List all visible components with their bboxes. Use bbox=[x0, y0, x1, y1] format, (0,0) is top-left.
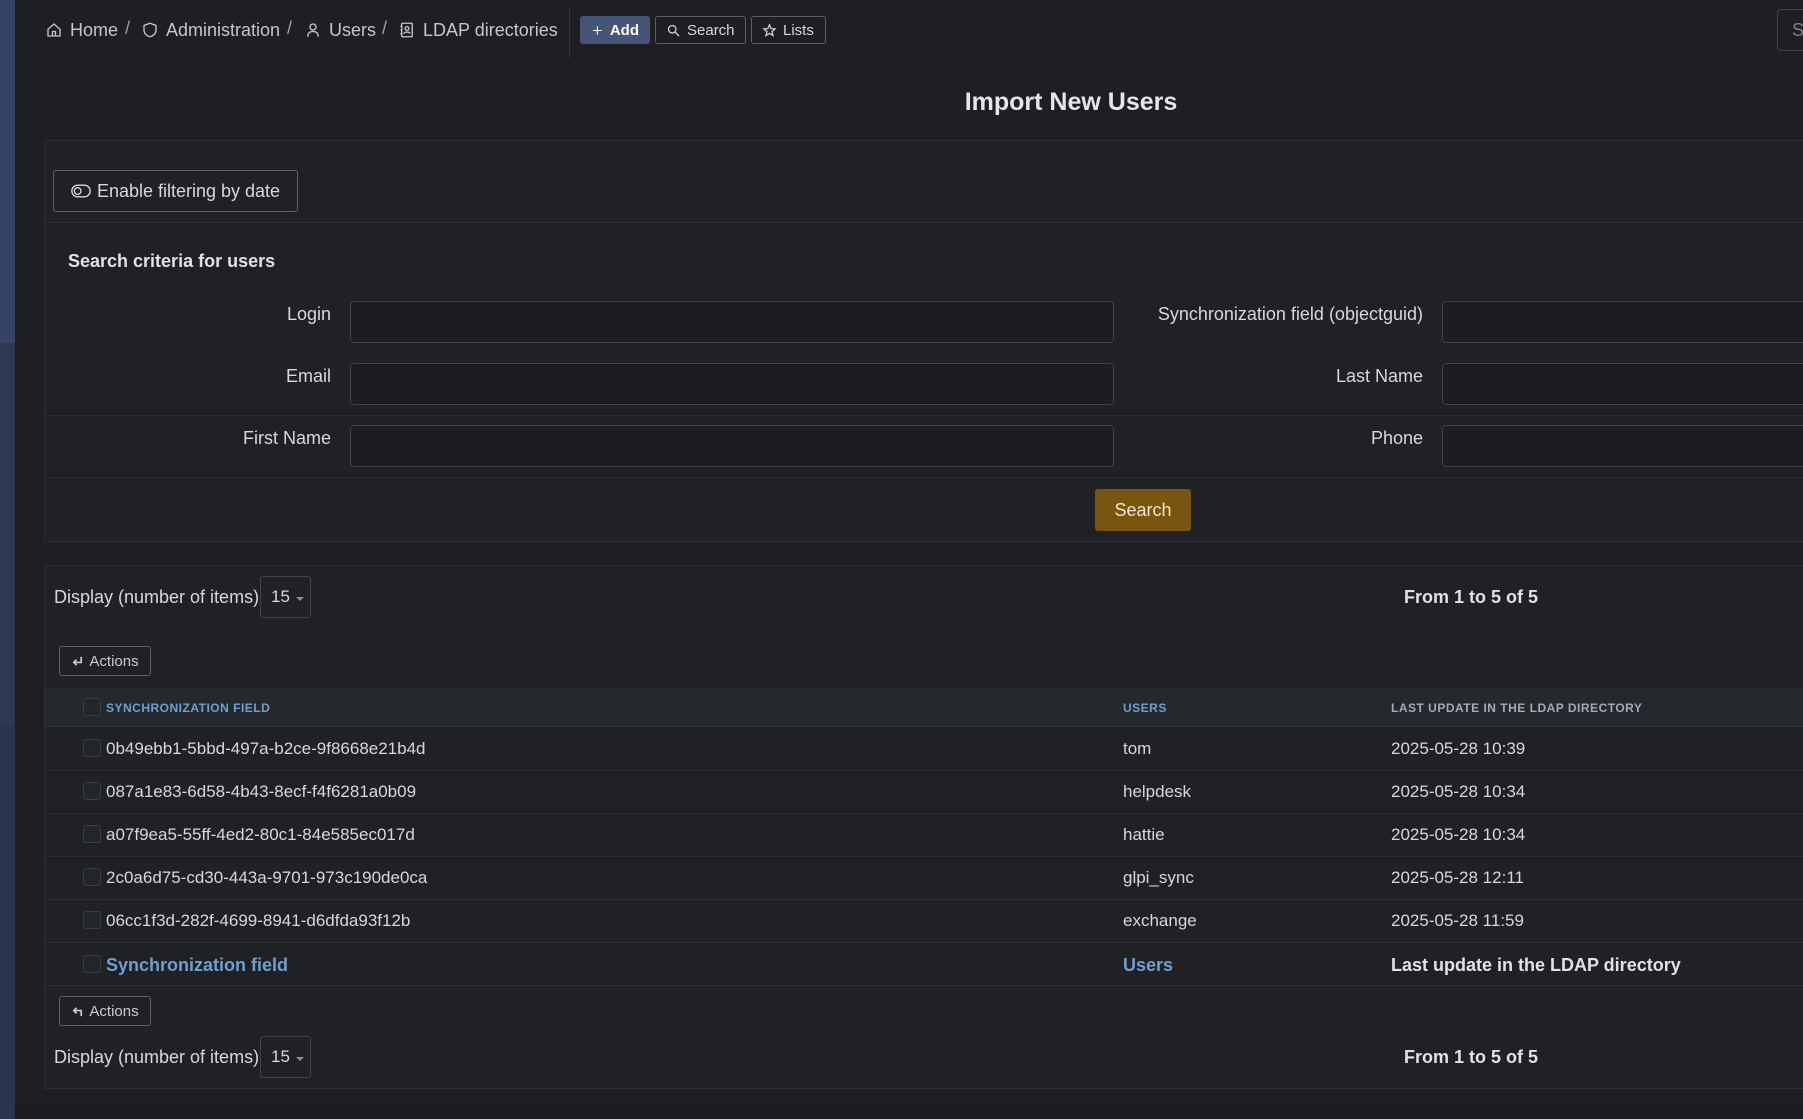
criteria-search-button[interactable]: Search bbox=[1095, 489, 1191, 531]
first-name-label: First Name bbox=[242, 428, 331, 448]
row-last-update: 2025-05-28 10:34 bbox=[1391, 825, 1526, 844]
breadcrumb-administration[interactable]: Administration bbox=[141, 18, 280, 42]
phone-label: Phone bbox=[1370, 428, 1423, 448]
column-header-users[interactable]: USERS bbox=[1123, 701, 1167, 715]
home-icon bbox=[47, 23, 61, 37]
row-user: glpi_sync bbox=[1123, 868, 1194, 887]
left-sidebar-strip bbox=[0, 0, 15, 1119]
row-checkbox[interactable] bbox=[83, 911, 101, 929]
arrow-turn-up-left-icon bbox=[72, 1006, 83, 1016]
user-icon bbox=[307, 23, 319, 37]
search-button[interactable]: Search bbox=[655, 16, 746, 44]
breadcrumb-home[interactable]: Home bbox=[45, 18, 118, 42]
row-user: hattie bbox=[1123, 825, 1165, 844]
breadcrumb-separator: / bbox=[125, 18, 131, 38]
caret-down-icon bbox=[295, 596, 304, 601]
row-last-update: 2025-05-28 11:59 bbox=[1391, 911, 1524, 930]
caret-down-icon bbox=[295, 1056, 304, 1061]
row-sync-field: 2c0a6d75-cd30-443a-9701-973c190de0ca bbox=[106, 868, 428, 887]
lists-button[interactable]: Lists bbox=[751, 16, 826, 44]
lists-button-label: Lists bbox=[783, 21, 814, 39]
divider bbox=[45, 415, 1803, 416]
breadcrumb-ldap-directories[interactable]: LDAP directories bbox=[398, 18, 558, 42]
sidebar-segment bbox=[0, 343, 15, 725]
row-user: tom bbox=[1123, 739, 1152, 758]
first-name-input[interactable] bbox=[350, 425, 1114, 467]
last-name-input[interactable] bbox=[1442, 363, 1803, 405]
row-last-update: 2025-05-28 10:39 bbox=[1391, 739, 1526, 758]
arrow-turn-down-left-icon bbox=[72, 656, 83, 666]
footer-last-update: Last update in the LDAP directory bbox=[1391, 955, 1681, 975]
row-last-update: 2025-05-28 10:34 bbox=[1391, 782, 1526, 801]
sync-field-label: Synchronization field (objectguid) bbox=[1157, 304, 1423, 324]
row-checkbox[interactable] bbox=[83, 782, 101, 800]
actions-label: Actions bbox=[89, 652, 139, 670]
display-count-label-bottom: Display (number of items) bbox=[54, 1047, 260, 1067]
pagination-info: From 1 to 5 of 5 bbox=[1404, 587, 1539, 607]
enable-date-filter-button[interactable]: Enable filtering by date bbox=[53, 170, 298, 212]
row-user: helpdesk bbox=[1123, 782, 1192, 801]
breadcrumb-separator: / bbox=[382, 18, 388, 38]
address-book-icon bbox=[400, 22, 413, 38]
row-last-update: 2025-05-28 12:11 bbox=[1391, 868, 1524, 887]
global-search-input[interactable]: Sea bbox=[1777, 9, 1803, 51]
pagination-info-bottom: From 1 to 5 of 5 bbox=[1404, 1047, 1539, 1067]
footer-sync-field-link[interactable]: Synchronization field bbox=[106, 955, 288, 976]
row-sync-field: 06cc1f3d-282f-4699-8941-d6dfda93f12b bbox=[106, 911, 411, 930]
display-count-select[interactable]: 15 bbox=[260, 576, 311, 618]
row-checkbox[interactable] bbox=[83, 825, 101, 843]
column-header-sync-field[interactable]: SYNCHRONIZATION FIELD bbox=[106, 701, 270, 715]
display-count-label: Display (number of items) bbox=[54, 587, 260, 607]
plus-icon bbox=[593, 25, 602, 35]
row-user: exchange bbox=[1123, 911, 1197, 930]
last-name-label: Last Name bbox=[1335, 366, 1423, 386]
actions-label: Actions bbox=[89, 1002, 139, 1020]
email-input[interactable] bbox=[350, 363, 1114, 405]
breadcrumb-users[interactable]: Users bbox=[304, 18, 376, 42]
divider bbox=[45, 222, 1803, 223]
divider bbox=[45, 477, 1803, 478]
bottom-strip bbox=[15, 1105, 1803, 1119]
add-button[interactable]: Add bbox=[580, 16, 650, 44]
sync-field-input[interactable] bbox=[1442, 301, 1803, 343]
login-label: Login bbox=[286, 304, 331, 324]
row-sync-field: 087a1e83-6d58-4b43-8ecf-f4f6281a0b09 bbox=[106, 782, 417, 801]
star-icon bbox=[762, 22, 777, 37]
main-page: Home / Administration / Users / LDAP dir… bbox=[15, 0, 1803, 1119]
column-header-last-update: LAST UPDATE IN THE LDAP DIRECTORY bbox=[1391, 701, 1643, 715]
add-button-label: Add bbox=[609, 21, 639, 39]
search-button-label: Search bbox=[687, 21, 735, 39]
display-count-value: 15 bbox=[271, 1047, 290, 1066]
login-input[interactable] bbox=[350, 301, 1114, 343]
sidebar-segment bbox=[0, 0, 15, 343]
actions-button-bottom[interactable]: Actions bbox=[59, 996, 151, 1026]
display-count-select-bottom[interactable]: 15 bbox=[260, 1036, 311, 1078]
toggle-icon bbox=[71, 184, 91, 198]
breadcrumb-separator: / bbox=[287, 18, 293, 38]
breadcrumb-ldap-label: LDAP directories bbox=[423, 19, 558, 40]
display-count-value: 15 bbox=[271, 587, 290, 606]
navbar-divider bbox=[569, 8, 570, 58]
top-navbar: Home / Administration / Users / LDAP dir… bbox=[15, 0, 1803, 62]
row-sync-field: 0b49ebb1-5bbd-497a-b2ce-9f8668e21b4d bbox=[106, 739, 426, 758]
footer-users-link[interactable]: Users bbox=[1123, 955, 1173, 976]
breadcrumb-users-label: Users bbox=[329, 19, 377, 40]
shield-icon bbox=[143, 22, 157, 38]
criteria-title: Search criteria for users bbox=[68, 251, 276, 271]
phone-input[interactable] bbox=[1442, 425, 1803, 467]
breadcrumb-home-label: Home bbox=[70, 19, 119, 40]
row-sync-field: a07f9ea5-55ff-4ed2-80c1-84e585ec017d bbox=[106, 825, 415, 844]
actions-button-top[interactable]: Actions bbox=[59, 646, 151, 676]
enable-date-filter-label: Enable filtering by date bbox=[96, 180, 281, 201]
search-icon bbox=[667, 24, 680, 37]
breadcrumb-administration-label: Administration bbox=[166, 19, 281, 40]
select-all-checkbox[interactable] bbox=[83, 698, 101, 716]
page-title: Import New Users bbox=[964, 88, 1178, 116]
row-checkbox[interactable] bbox=[83, 739, 101, 757]
select-all-checkbox-footer[interactable] bbox=[83, 955, 101, 973]
row-checkbox[interactable] bbox=[83, 868, 101, 886]
email-label: Email bbox=[285, 366, 331, 386]
